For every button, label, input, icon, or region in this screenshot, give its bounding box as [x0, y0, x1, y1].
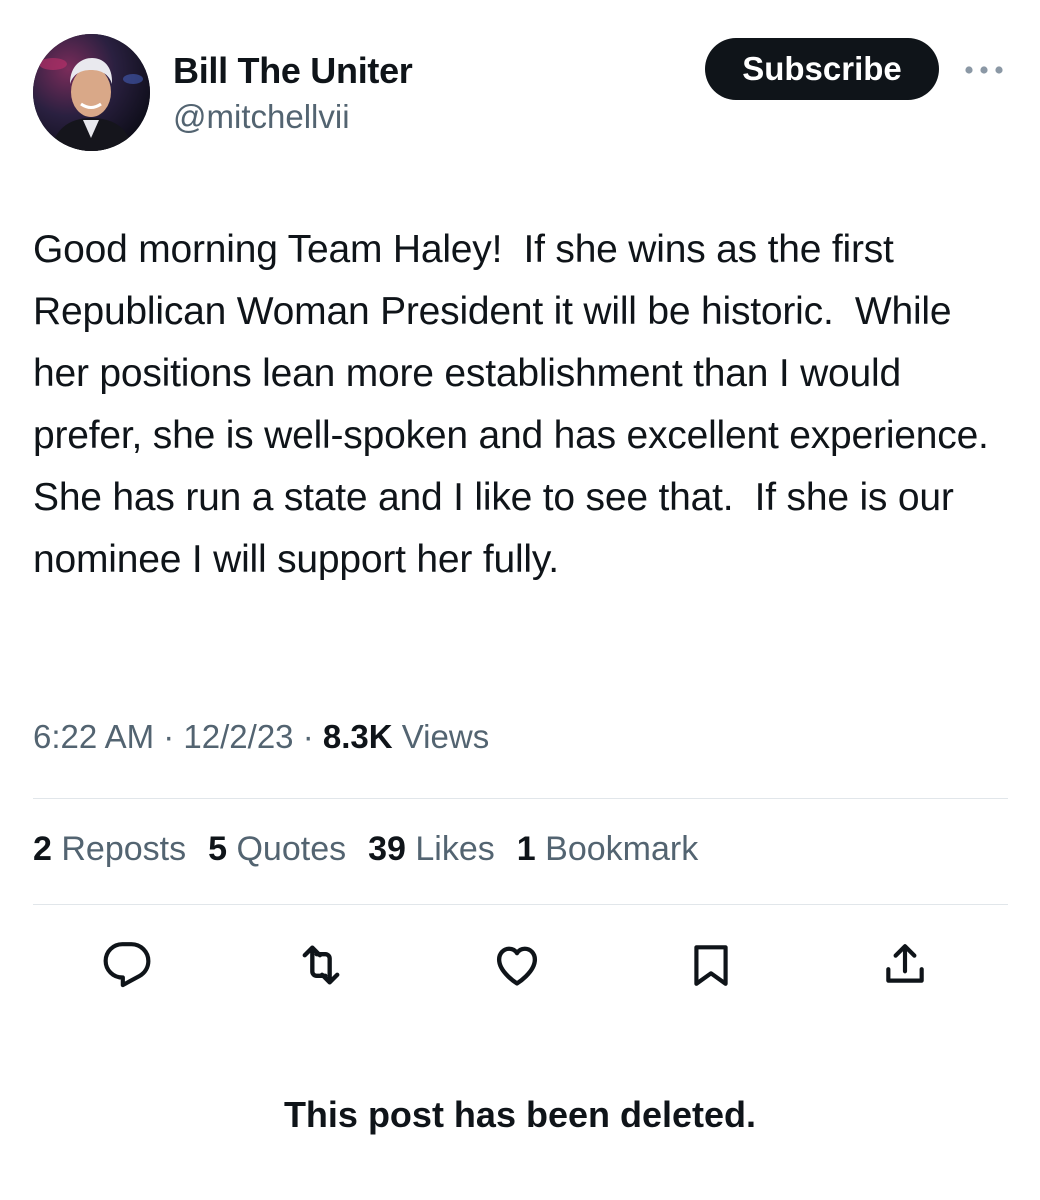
quotes-label: Quotes — [236, 830, 347, 868]
tweet-meta: 6:22 AM · 12/2/23 · 8.3K Views — [33, 718, 489, 756]
views-label[interactable]: Views — [402, 718, 489, 755]
divider — [33, 798, 1008, 799]
quotes-count: 5 — [208, 830, 228, 868]
author-handle[interactable]: @mitchellvii — [173, 98, 350, 136]
bookmark-button[interactable] — [681, 935, 741, 995]
author-name[interactable]: Bill The Uniter — [173, 50, 413, 92]
divider — [33, 904, 1008, 905]
bookmark-icon — [694, 945, 728, 986]
meta-separator: · — [163, 718, 175, 755]
likes-stat[interactable]: 39 Likes — [368, 830, 495, 869]
subscribe-button[interactable]: Subscribe — [705, 38, 939, 100]
reply-button[interactable] — [97, 935, 157, 995]
like-icon — [496, 946, 538, 986]
bookmarks-label: Bookmark — [545, 830, 699, 868]
more-options-button[interactable] — [961, 58, 1007, 82]
bookmarks-count: 1 — [516, 830, 536, 868]
avatar[interactable] — [33, 34, 150, 151]
repost-button[interactable] — [291, 935, 351, 995]
tweet-header: Bill The Uniter @mitchellvii Subscribe — [33, 34, 1008, 154]
more-horizontal-icon — [965, 66, 1003, 74]
likes-label: Likes — [415, 830, 495, 868]
tweet-date[interactable]: 12/2/23 — [183, 718, 293, 755]
reposts-stat[interactable]: 2 Reposts — [33, 830, 186, 869]
tweet-time[interactable]: 6:22 AM — [33, 718, 154, 755]
share-button[interactable] — [875, 935, 935, 995]
tweet-text: Good morning Team Haley! If she wins as … — [33, 228, 1010, 581]
meta-separator: · — [302, 718, 314, 755]
likes-count: 39 — [368, 830, 406, 868]
reposts-count: 2 — [33, 830, 52, 868]
bookmarks-stat[interactable]: 1 Bookmark — [517, 830, 698, 869]
deleted-notice: This post has been deleted. — [283, 1094, 757, 1135]
quotes-stat[interactable]: 5 Quotes — [208, 830, 346, 869]
action-bar — [33, 935, 1008, 995]
repost-icon — [302, 945, 340, 985]
engagement-stats: 2 Reposts 5 Quotes 39 Likes 1 Bookmark — [33, 830, 698, 869]
reposts-label: Reposts — [61, 830, 187, 868]
views-count[interactable]: 8.3K — [323, 718, 393, 755]
profile-photo-icon — [33, 34, 150, 151]
reply-icon — [103, 942, 151, 988]
share-icon — [886, 944, 924, 983]
like-button[interactable] — [487, 935, 547, 995]
